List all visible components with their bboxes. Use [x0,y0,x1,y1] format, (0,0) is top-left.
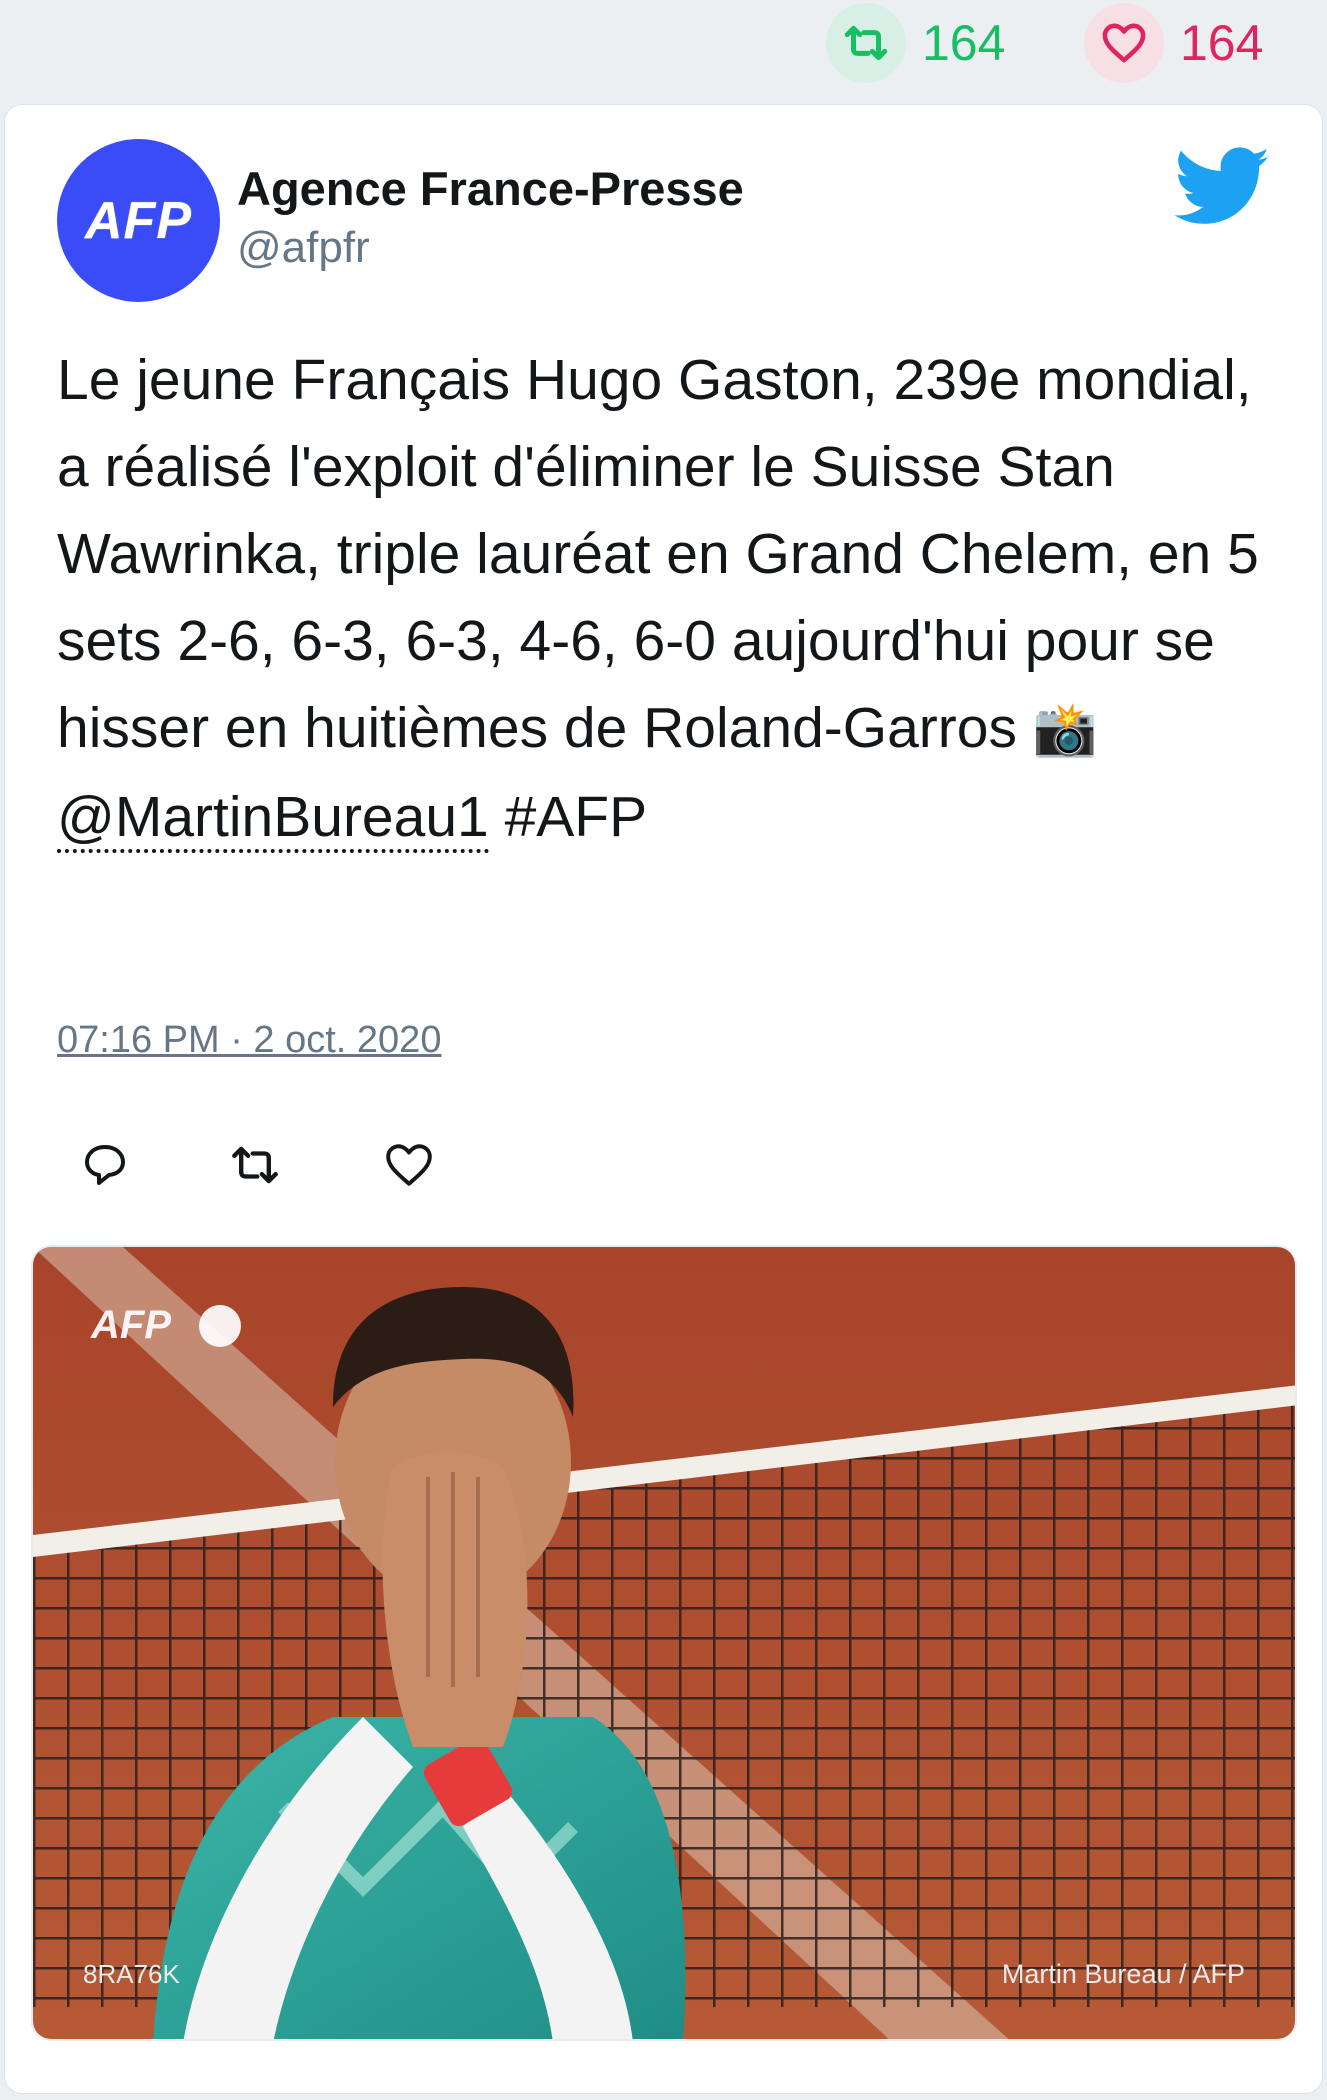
retweet-icon[interactable] [225,1135,285,1195]
tweet-photo[interactable]: AFP 8RA76K Martin Bureau / AFP [31,1245,1297,2041]
tweet-text: Le jeune Français Hugo Gaston, 239e mond… [57,337,1287,861]
heart-icon[interactable] [1084,3,1164,83]
author-name[interactable]: Agence France-Presse [237,161,744,216]
like-icon[interactable] [379,1135,439,1195]
tweet-body: Le jeune Français Hugo Gaston, 239e mond… [57,348,1259,760]
photo-watermark: AFP [91,1303,171,1347]
tweet-actions [75,1135,439,1195]
retweet-stat[interactable]: 164 [826,3,1006,83]
tweet-card[interactable]: AFP Agence France-Presse @afpfr Le jeune… [4,104,1323,2094]
camera-flash-emoji: 📸 [1032,701,1098,759]
avatar-logo-text: AFP [85,191,192,250]
photo-id-label: 8RA76K [83,1959,180,1989]
photo-illustration [33,1247,1295,2039]
mention-link[interactable]: @MartinBureau1 [57,785,489,853]
engagement-stats-bar: 164 164 [0,0,1327,100]
photo-credit: Martin Bureau / AFP [1001,1959,1245,1989]
like-count: 164 [1180,15,1264,71]
retweet-icon[interactable] [826,3,906,83]
tweet-timestamp[interactable]: 07:16 PM · 2 oct. 2020 [57,1019,441,1062]
like-stat[interactable]: 164 [1084,3,1264,83]
reply-icon[interactable] [75,1135,135,1195]
hashtag-link[interactable]: #AFP [505,785,648,849]
twitter-bird-icon[interactable] [1175,147,1271,227]
avatar[interactable]: AFP [57,139,220,302]
author-handle[interactable]: @afpfr [237,223,370,273]
watermark-dot [199,1305,241,1347]
tweet-embed-page: 164 164 AFP Agence France-Presse @afpfr … [0,0,1327,2100]
retweet-count: 164 [922,15,1006,71]
